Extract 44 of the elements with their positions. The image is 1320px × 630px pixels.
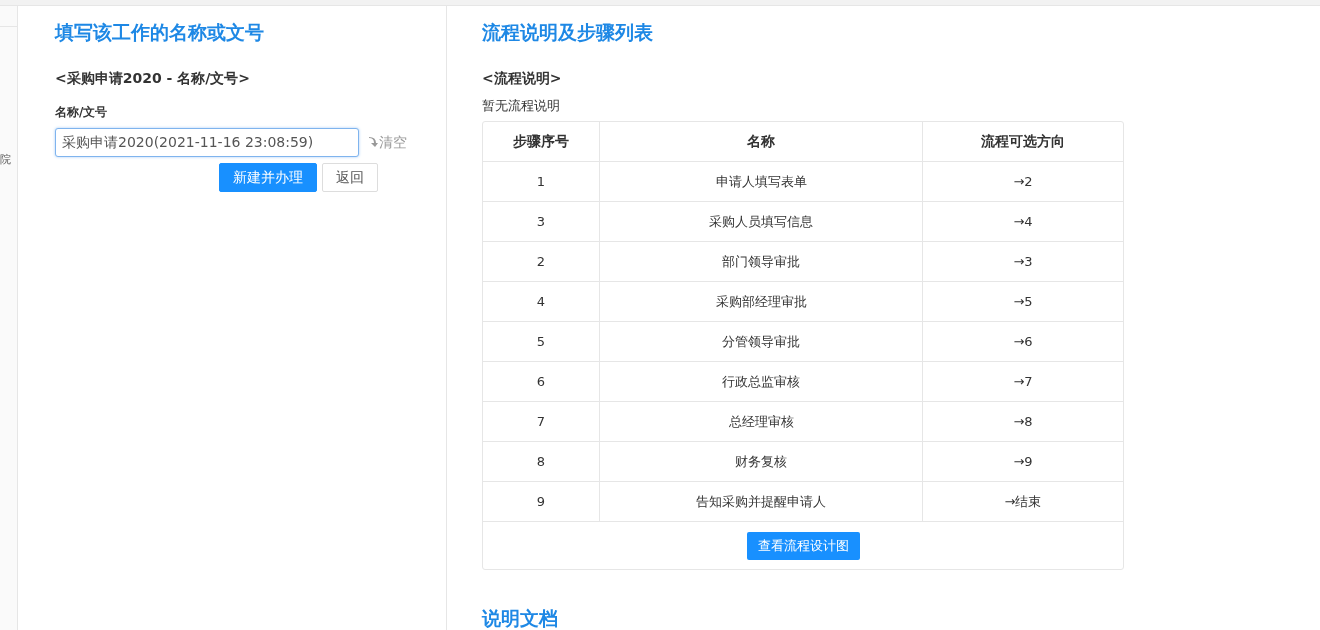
table-cell: 总经理审核 (599, 401, 923, 442)
back-button[interactable]: 返回 (322, 163, 378, 192)
column-header: 步骤序号 (483, 122, 600, 162)
table-cell: →3 (922, 241, 1123, 282)
flow-description: 暂无流程说明 (482, 97, 561, 115)
column-header: 流程可选方向 (922, 122, 1123, 162)
field-label: 名称/文号 (55, 104, 109, 121)
table-cell: 4 (483, 281, 600, 322)
table-cell: 6 (483, 361, 600, 402)
table-cell: 采购部经理审批 (599, 281, 923, 322)
table-cell: →7 (922, 361, 1123, 402)
table-cell: 部门领导审批 (599, 241, 923, 282)
table-cell: 3 (483, 201, 600, 242)
table-cell: 7 (483, 401, 600, 442)
name-input-field[interactable]: 采购申请2020(2021-11-16 23:08:59) (55, 128, 359, 157)
section-title: 填写该工作的名称或文号 (55, 20, 265, 45)
table-cell: 告知采购并提醒申请人 (599, 481, 923, 522)
table-cell: 9 (483, 481, 600, 522)
table-cell: →9 (922, 441, 1123, 482)
arrow-icon (368, 137, 378, 148)
table-cell: →6 (922, 321, 1123, 362)
table-cell: 1 (483, 161, 600, 202)
table-cell: →结束 (922, 481, 1123, 522)
flow-subtitle: <流程说明> (482, 70, 563, 88)
clear-link[interactable]: 清空 (368, 133, 407, 152)
section-title: 流程说明及步骤列表 (482, 20, 654, 45)
table-cell: 行政总监审核 (599, 361, 923, 402)
section-title: 说明文档 (482, 606, 559, 630)
table-cell: 2 (483, 241, 600, 282)
table-cell: →8 (922, 401, 1123, 442)
table-cell: 采购人员填写信息 (599, 201, 923, 242)
create-button[interactable]: 新建并办理 (219, 163, 317, 192)
table-cell: 8 (483, 441, 600, 482)
sidebar-text: 院 (0, 152, 11, 167)
table-cell: 5 (483, 321, 600, 362)
table-cell: 分管领导审批 (599, 321, 923, 362)
table-cell: →5 (922, 281, 1123, 322)
form-subtitle: <采购申请2020 - 名称/文号> (55, 70, 252, 88)
view-diagram-button[interactable]: 查看流程设计图 (746, 532, 860, 560)
table-cell: →4 (922, 201, 1123, 242)
column-header: 名称 (599, 122, 923, 162)
table-cell: 申请人填写表单 (599, 161, 923, 202)
table-cell: →2 (922, 161, 1123, 202)
table-cell: 财务复核 (599, 441, 923, 482)
